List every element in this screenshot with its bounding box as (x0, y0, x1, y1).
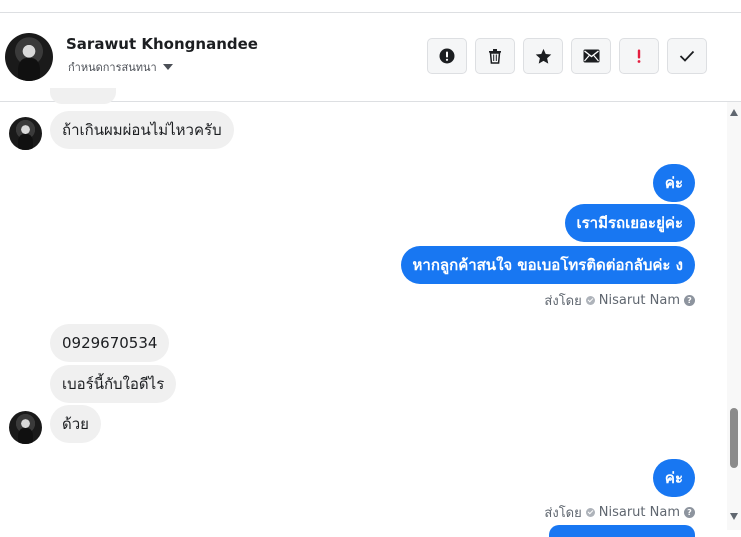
scroll-down-arrow-icon[interactable] (730, 513, 738, 520)
help-icon[interactable]: ? (684, 507, 695, 518)
sent-by-prefix: ส่งโดย (544, 294, 582, 309)
conversation-schedule-dropdown[interactable]: กำหนดการสนทนา (68, 58, 173, 76)
message-outgoing[interactable]: ค่ะ (652, 459, 695, 497)
message-bubble-partial (549, 525, 695, 537)
message-incoming[interactable]: ถ้าเกินผมผ่อนไม่ไหวครับ (50, 111, 234, 149)
sent-by-label: ส่งโดย Nisarut Nam ? (544, 290, 695, 311)
envelope-icon (583, 49, 599, 63)
scrollbar-thumb[interactable] (730, 408, 738, 468)
contact-avatar[interactable] (5, 33, 53, 81)
contact-avatar-small (9, 117, 42, 150)
star-button[interactable] (523, 38, 563, 74)
message-outgoing[interactable]: หากลูกค้าสนใจ ขอเบอโทรติดต่อกลับค่ะ ง (400, 246, 695, 284)
conversation-schedule-label: กำหนดการสนทนา (68, 61, 157, 74)
verified-check-icon (585, 296, 595, 305)
alert-circle-icon (439, 48, 455, 64)
sender-name[interactable]: Nisarut Nam (599, 293, 680, 308)
star-icon (535, 48, 551, 64)
message-outgoing[interactable]: เรามีรถเยอะยู่ค่ะ (564, 204, 695, 242)
mark-unread-button[interactable] (571, 38, 611, 74)
verified-check-icon (585, 508, 595, 517)
sent-by-prefix: ส่งโดย (544, 506, 582, 521)
scrollbar[interactable] (727, 102, 741, 530)
exclamation-icon (637, 49, 641, 63)
message-incoming[interactable]: เบอร์นี้กับใอดีไร (50, 365, 177, 403)
message-outgoing[interactable]: ค่ะ (652, 164, 695, 202)
message-incoming[interactable]: ด้วย (50, 405, 101, 443)
follow-up-button[interactable] (619, 38, 659, 74)
mark-spam-button[interactable] (427, 38, 467, 74)
sender-name[interactable]: Nisarut Nam (599, 505, 680, 520)
message-incoming[interactable]: 0929670534 (50, 324, 170, 362)
trash-icon (489, 49, 501, 64)
mark-done-button[interactable] (667, 38, 707, 74)
scroll-up-arrow-icon[interactable] (730, 109, 738, 116)
delete-button[interactable] (475, 38, 515, 74)
sent-by-label: ส่งโดย Nisarut Nam ? (544, 502, 695, 523)
contact-name[interactable]: Sarawut Khongnandee (66, 35, 258, 53)
contact-avatar-small (9, 411, 42, 444)
message-bubble-partial (50, 88, 116, 104)
checkmark-icon (679, 50, 695, 62)
help-icon[interactable]: ? (684, 295, 695, 306)
chevron-down-icon (162, 64, 173, 70)
